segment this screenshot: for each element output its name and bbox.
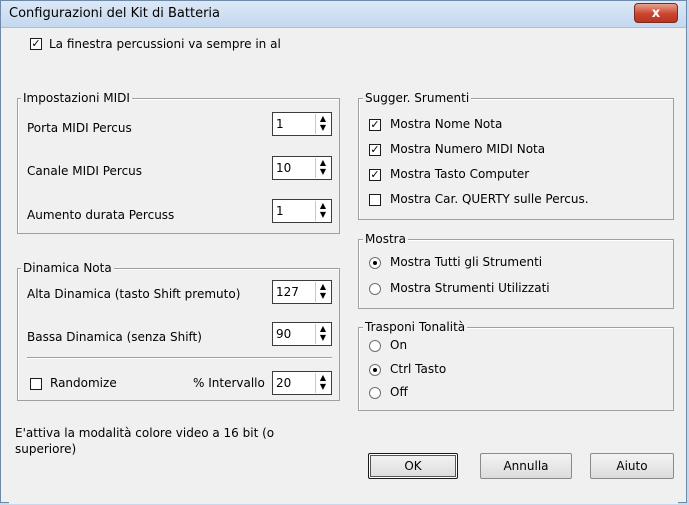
window-title: Configurazioni del Kit di Batteria [9, 6, 220, 21]
midi-port-value: 1 [276, 117, 284, 131]
spin-arrows-icon[interactable]: ▲ ▼ [315, 114, 330, 134]
transpose-legend: Trasponi Tonalità [363, 320, 468, 334]
tip-note-name-label: Mostra Nome Nota [390, 117, 503, 131]
transpose-off-label: Off [390, 385, 408, 399]
midi-channel-stepper[interactable]: 10 ▲ ▼ [272, 156, 332, 180]
note-dynamics-legend: Dinamica Nota [21, 261, 114, 275]
show-legend: Mostra [363, 232, 408, 246]
transpose-on-label: On [390, 338, 408, 352]
spin-down-icon: ▼ [319, 291, 327, 300]
close-button[interactable]: x [634, 3, 678, 23]
low-dynamics-label: Bassa Dinamica (senza Shift) [27, 330, 202, 344]
transpose-ctrl-label: Ctrl Tasto [390, 362, 447, 376]
duration-stepper[interactable]: 1 ▲ ▼ [272, 199, 332, 223]
high-dynamics-label: Alta Dinamica (tasto Shift premuto) [27, 287, 241, 301]
checkmark-icon: ✓ [370, 118, 380, 131]
spin-arrows-icon[interactable]: ▲ ▼ [315, 201, 330, 221]
spin-down-icon: ▼ [319, 123, 327, 132]
always-on-top-checkbox[interactable]: ✓ [30, 38, 42, 50]
show-used-radio[interactable] [369, 283, 381, 295]
spin-up-icon: ▲ [319, 282, 327, 291]
tip-computer-key-checkbox[interactable]: ✓ [369, 169, 381, 181]
transpose-off-radio[interactable] [369, 387, 381, 399]
show-all-label: Mostra Tutti gli Strumenti [390, 255, 543, 269]
midi-settings-legend: Impostazioni MIDI [21, 91, 132, 105]
show-group [358, 239, 674, 309]
midi-channel-label: Canale MIDI Percus [27, 164, 143, 178]
duration-value: 1 [276, 204, 284, 218]
always-on-top-label: La finestra percussioni va sempre in al [49, 37, 281, 51]
tip-note-name-checkbox[interactable]: ✓ [369, 119, 381, 131]
low-dynamics-stepper[interactable]: 90 ▲ ▼ [272, 322, 332, 346]
cancel-button[interactable]: Annulla [480, 453, 572, 479]
help-button[interactable]: Aiuto [590, 453, 674, 479]
spin-arrows-icon[interactable]: ▲ ▼ [315, 373, 330, 393]
low-dynamics-value: 90 [276, 327, 292, 341]
duration-label: Aumento durata Percuss [27, 208, 175, 222]
dialog-window: Configurazioni del Kit di Batteria x ✓ L… [0, 0, 687, 504]
spin-up-icon: ▲ [319, 324, 327, 333]
close-icon: x [651, 6, 661, 21]
ok-button[interactable]: OK [368, 453, 458, 479]
dialog-client: ✓ La finestra percussioni va sempre in a… [9, 28, 678, 504]
checkmark-icon: ✓ [370, 143, 380, 156]
instrument-tips-legend: Sugger. Srumenti [363, 91, 472, 105]
spin-up-icon: ▲ [319, 158, 327, 167]
checkmark-icon: ✓ [31, 37, 41, 50]
tip-midi-number-checkbox[interactable]: ✓ [369, 144, 381, 156]
transpose-on-radio[interactable] [369, 340, 381, 352]
tip-querty-label: Mostra Car. QUERTY sulle Percus. [390, 192, 589, 206]
spin-down-icon: ▼ [319, 333, 327, 342]
high-dynamics-value: 127 [276, 285, 299, 299]
spin-arrows-icon[interactable]: ▲ ▼ [315, 324, 330, 344]
midi-channel-value: 10 [276, 161, 292, 175]
interval-stepper[interactable]: 20 ▲ ▼ [272, 371, 332, 395]
show-all-radio[interactable] [369, 257, 381, 269]
spin-arrows-icon[interactable]: ▲ ▼ [315, 282, 330, 302]
spin-up-icon: ▲ [319, 201, 327, 210]
spin-up-icon: ▲ [319, 114, 327, 123]
color-mode-note: E'attiva la modalità colore video a 16 b… [15, 426, 275, 456]
midi-port-stepper[interactable]: 1 ▲ ▼ [272, 112, 332, 136]
randomize-checkbox[interactable] [30, 378, 42, 390]
title-bar[interactable]: Configurazioni del Kit di Batteria x [1, 1, 686, 28]
checkmark-icon: ✓ [370, 168, 380, 181]
spin-down-icon: ▼ [319, 210, 327, 219]
spin-down-icon: ▼ [319, 167, 327, 176]
transpose-ctrl-radio[interactable] [369, 364, 381, 376]
high-dynamics-stepper[interactable]: 127 ▲ ▼ [272, 280, 332, 304]
show-used-label: Mostra Strumenti Utilizzati [390, 281, 550, 295]
dynamics-divider [27, 357, 332, 359]
tip-querty-checkbox[interactable] [369, 194, 381, 206]
tip-computer-key-label: Mostra Tasto Computer [390, 167, 530, 181]
interval-value: 20 [276, 376, 292, 390]
randomize-label: Randomize [50, 376, 117, 390]
spin-down-icon: ▼ [319, 382, 327, 391]
interval-label: % Intervallo [193, 376, 265, 390]
spin-up-icon: ▲ [319, 373, 327, 382]
spin-arrows-icon[interactable]: ▲ ▼ [315, 158, 330, 178]
midi-port-label: Porta MIDI Percus [27, 121, 132, 135]
tip-midi-number-label: Mostra Numero MIDI Nota [390, 142, 546, 156]
